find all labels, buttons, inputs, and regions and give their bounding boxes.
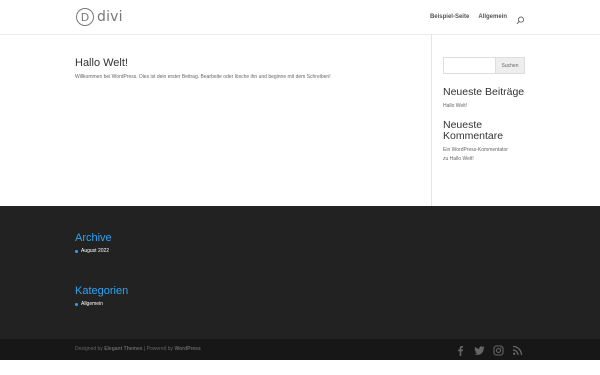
social-icons — [455, 343, 523, 356]
bullet-icon — [75, 249, 78, 253]
credits-prefix: Designed by — [75, 346, 103, 352]
instagram-icon[interactable] — [493, 343, 504, 356]
search-input[interactable] — [443, 57, 496, 74]
credits-separator: | — [143, 346, 146, 352]
credits-designer-link[interactable]: Elegant Themes — [104, 346, 142, 352]
recent-comment-joiner: zu — [443, 156, 449, 162]
main-nav: Beispiel-Seite Allgemein — [430, 12, 525, 25]
archive-item: August 2022 — [75, 248, 112, 254]
nav-item-beispiel-seite[interactable]: Beispiel-Seite — [430, 14, 469, 20]
site-logo[interactable]: D divi — [76, 7, 123, 27]
credits-powered: Powered by — [146, 346, 174, 352]
post-title[interactable]: Hallo Welt! — [75, 57, 415, 69]
category-item: Allgemein — [75, 301, 128, 307]
post-content: Hallo Welt! Willkommen bei WordPress. Di… — [75, 57, 415, 80]
recent-comments-title: Neueste Kommentare — [443, 119, 504, 142]
category-link[interactable]: Allgemein — [81, 301, 103, 307]
post-excerpt: Willkommen bei WordPress. Dies ist dein … — [75, 74, 331, 80]
archive-widget: Archive August 2022 — [75, 232, 112, 254]
site-footer: Archive August 2022 Kategorien Allgemein — [0, 206, 600, 339]
search-form: Suchen — [443, 57, 525, 74]
recent-posts-title: Neueste Beiträge — [443, 86, 525, 98]
recent-comment: Ein WordPress-Kommentator zu Hallo Welt! — [443, 146, 525, 164]
facebook-icon[interactable] — [455, 343, 466, 356]
recent-comment-author[interactable]: Ein WordPress-Kommentator — [443, 147, 508, 153]
rss-icon[interactable] — [512, 343, 523, 356]
search-button[interactable]: Suchen — [496, 57, 525, 74]
site-header: D divi Beispiel-Seite Allgemein — [0, 0, 600, 34]
search-icon[interactable] — [516, 12, 525, 25]
categories-title: Kategorien — [75, 285, 129, 297]
recent-comments-widget: Neueste Kommentare Ein WordPress-Komment… — [443, 120, 525, 164]
recent-posts-widget: Neueste Beiträge Hallo Welt! — [443, 87, 525, 111]
categories-widget: Kategorien Allgemein — [75, 285, 128, 307]
bullet-icon — [75, 302, 78, 306]
sidebar-divider — [431, 34, 432, 206]
credits-platform-link[interactable]: WordPress — [174, 346, 200, 352]
page-bottom-whitespace — [0, 360, 600, 375]
twitter-icon[interactable] — [474, 343, 485, 355]
recent-comment-post-link[interactable]: Hallo Welt! — [450, 156, 474, 162]
recent-post-link[interactable]: Hallo Welt! — [443, 102, 525, 111]
footer-bottom-bar: Designed by Elegant Themes | Powered by … — [0, 339, 600, 360]
archive-title: Archive — [75, 232, 112, 244]
sidebar: Suchen Neueste Beiträge Hallo Welt! Neue… — [443, 57, 525, 164]
logo-text: divi — [97, 9, 123, 25]
nav-item-allgemein[interactable]: Allgemein — [478, 14, 507, 20]
footer-credits: Designed by Elegant Themes | Powered by … — [75, 346, 201, 352]
archive-link[interactable]: August 2022 — [81, 248, 109, 254]
logo-mark: D — [76, 8, 94, 26]
